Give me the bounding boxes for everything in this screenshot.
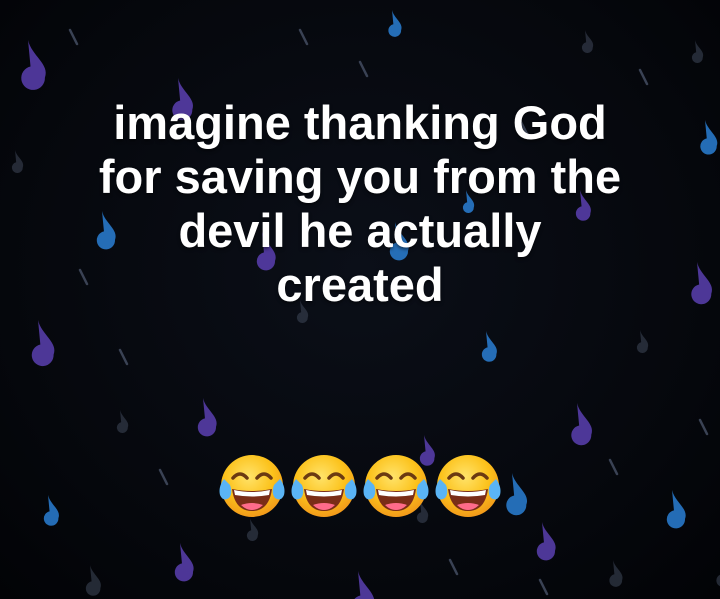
raindrop <box>481 331 497 362</box>
face-with-tears-of-joy-icon <box>361 449 431 523</box>
raindrop <box>31 320 55 367</box>
raindrop <box>354 571 374 599</box>
caption-line-2: for saving you from the <box>98 150 622 203</box>
raindrop <box>716 560 720 587</box>
caption-line-1: imagine thanking God <box>113 96 607 149</box>
caption-line-4: created <box>276 258 444 311</box>
raindrop <box>636 330 649 354</box>
raindrop <box>388 10 402 37</box>
raindrop <box>691 40 704 64</box>
raindrop <box>174 543 194 582</box>
rain-streak <box>298 28 309 46</box>
raindrop <box>536 522 556 561</box>
rain-streak <box>118 348 129 366</box>
text-post-card: imagine thanking God for saving you from… <box>0 0 720 599</box>
raindrop <box>11 150 24 174</box>
rain-streak <box>358 60 369 78</box>
raindrop <box>197 398 217 437</box>
face-with-tears-of-joy-icon <box>289 449 359 523</box>
rain-streak <box>698 418 709 436</box>
rain-streak <box>68 28 79 46</box>
raindrop <box>581 30 594 54</box>
raindrop <box>700 120 718 155</box>
raindrop <box>609 560 623 587</box>
raindrop <box>571 403 593 446</box>
rain-streak <box>538 578 549 596</box>
rain-streak <box>638 68 649 86</box>
rain-streak <box>448 558 459 576</box>
raindrop <box>691 262 713 305</box>
raindrop <box>21 40 46 90</box>
raindrop <box>116 410 129 434</box>
face-with-tears-of-joy-icon <box>217 449 287 523</box>
caption-line-3: devil he actually <box>178 204 542 257</box>
post-caption: imagine thanking God for saving you from… <box>40 96 680 312</box>
emoji-row <box>0 449 720 523</box>
raindrop <box>85 565 101 596</box>
face-with-tears-of-joy-icon <box>433 449 503 523</box>
